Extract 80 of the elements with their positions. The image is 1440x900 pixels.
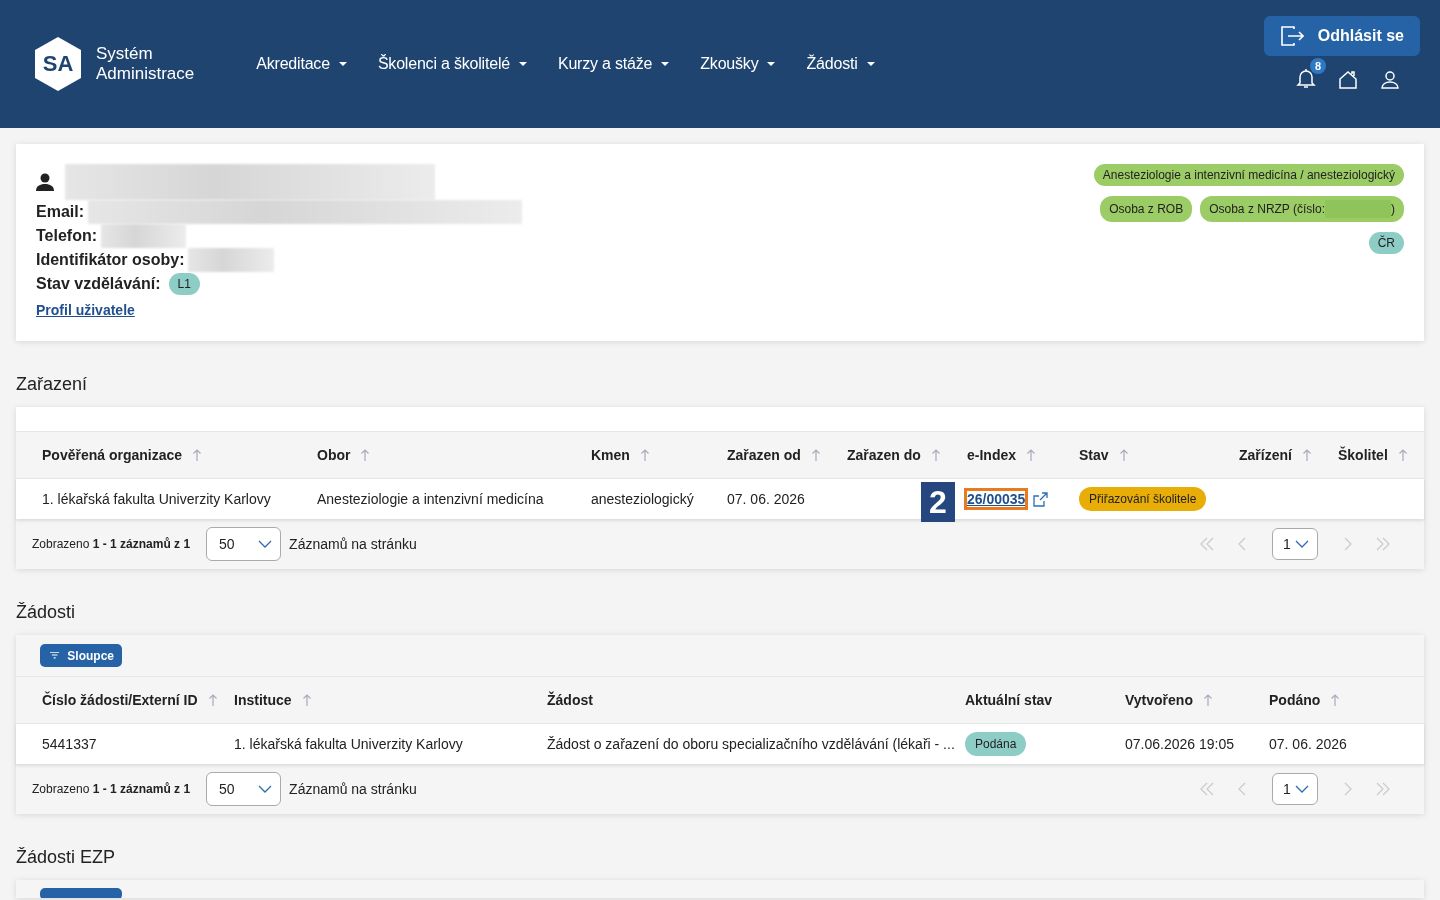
external-link-icon[interactable] (1033, 491, 1049, 507)
table-cell: anesteziologický (591, 491, 694, 507)
column-header[interactable]: Zařazen od (727, 447, 801, 463)
last-page-icon[interactable] (1376, 782, 1390, 796)
e-index-link[interactable]: 26/00035 (967, 491, 1026, 507)
table-cell: 1. lékařská fakulta Univerzity Karlovy (42, 491, 271, 507)
logo-text: Systém Administrace (96, 44, 195, 84)
status-badge: Podána (965, 732, 1027, 756)
chevron-down-icon (1295, 785, 1309, 793)
page-size-label: Záznamů na stránku (289, 781, 417, 797)
table-cell: 5441337 (42, 736, 97, 752)
nav-menu-item[interactable]: Školenci a školitelé (377, 55, 527, 73)
chevron-down-icon (1295, 540, 1309, 548)
page-select[interactable]: 1 (1272, 528, 1318, 560)
field-label: Stav vzdělávání: (36, 275, 161, 293)
table-cell: 1. lékařská fakulta Univerzity Karlovy (234, 736, 463, 752)
status-badge: Přiřazování školitele (1079, 487, 1207, 511)
caret-icon (338, 62, 347, 66)
table-cell: 07. 06. 2026 (1269, 736, 1347, 752)
column-header[interactable]: Žádost (547, 692, 593, 708)
tag: Osoba z NRZP (číslo: ) (1200, 196, 1404, 222)
nav-menu-item[interactable]: Žádosti (806, 55, 875, 73)
chevron-down-icon (258, 540, 273, 548)
tag: ČR (1368, 232, 1404, 254)
chevron-down-icon (258, 785, 273, 793)
nav-menu-item[interactable]: Zkoušky (700, 55, 776, 73)
logo[interactable]: SA (34, 37, 82, 91)
annotation-marker: 2 (921, 482, 955, 522)
section-heading: Žádosti EZP (16, 847, 117, 868)
logout-icon (1279, 25, 1304, 47)
columns-button[interactable] (40, 888, 122, 898)
page-size-select[interactable]: 50 (206, 772, 282, 806)
column-header[interactable]: Zařízení (1239, 447, 1292, 463)
nav-menu-item[interactable]: Akreditace (256, 55, 347, 73)
tag: Osoba z ROB (1100, 196, 1193, 222)
field-label: Identifikátor osoby: (36, 251, 185, 269)
column-header[interactable]: Školitel (1338, 447, 1388, 463)
tag: Anesteziologie a intenzivní medicína / anesteziologický (1093, 164, 1404, 186)
filter-icon (50, 652, 60, 659)
status-badge: L1 (168, 273, 200, 295)
column-header[interactable]: Instituce (234, 692, 292, 708)
user-icon[interactable] (1380, 70, 1400, 90)
records-summary: Zobrazeno 1 - 1 záznamů z 1 (32, 537, 191, 551)
notification-count: 8 (1310, 58, 1326, 74)
table-cell: 07. 06. 2026 (727, 491, 805, 507)
caret-icon (661, 62, 670, 66)
column-header[interactable]: Stav (1079, 447, 1109, 463)
column-header[interactable]: Kmen (591, 447, 630, 463)
page-size-label: Záznamů na stránku (289, 536, 417, 552)
column-header[interactable]: Pověřená organizace (42, 447, 183, 463)
column-header[interactable]: Zařazen do (847, 447, 921, 463)
columns-button[interactable]: Sloupce (40, 644, 122, 667)
logout-button[interactable]: Odhlásit se (1263, 16, 1420, 56)
table-cell: Anesteziologie a intenzivní medicína (317, 491, 544, 507)
section-heading: Žádosti (16, 602, 77, 623)
column-header[interactable]: e-Index (967, 447, 1016, 463)
caret-icon (866, 62, 875, 66)
column-header[interactable]: Vytvořeno (1125, 692, 1193, 708)
section-heading: Zařazení (16, 374, 89, 395)
field-label: Email: (36, 203, 84, 221)
page-size-select[interactable]: 50 (206, 527, 282, 561)
last-page-icon[interactable] (1376, 537, 1390, 551)
notification-bell-icon[interactable] (1296, 68, 1316, 88)
first-page-icon[interactable] (1200, 537, 1214, 551)
table-cell: Žádost o zařazení do oboru specializačního vzdělávání (lékaři - ... (547, 736, 955, 752)
person-icon (36, 173, 54, 191)
records-summary: Zobrazeno 1 - 1 záznamů z 1 (32, 782, 191, 796)
first-page-icon[interactable] (1200, 782, 1214, 796)
table-cell: 07.06.2026 19:05 (1125, 736, 1234, 752)
caret-icon (518, 62, 527, 66)
nav-menu-item[interactable]: Kurzy a stáže (557, 55, 670, 73)
caret-icon (767, 62, 776, 66)
profile-link[interactable]: Profil uživatele (36, 302, 522, 318)
home-icon[interactable] (1338, 70, 1358, 90)
column-header[interactable]: Aktuální stav (965, 692, 1053, 708)
column-header[interactable]: Obor (317, 447, 351, 463)
column-header[interactable]: Podáno (1269, 692, 1321, 708)
field-label: Telefon: (36, 227, 98, 245)
page-select[interactable]: 1 (1272, 773, 1318, 805)
column-header[interactable]: Číslo žádosti/Externí ID (42, 692, 198, 708)
